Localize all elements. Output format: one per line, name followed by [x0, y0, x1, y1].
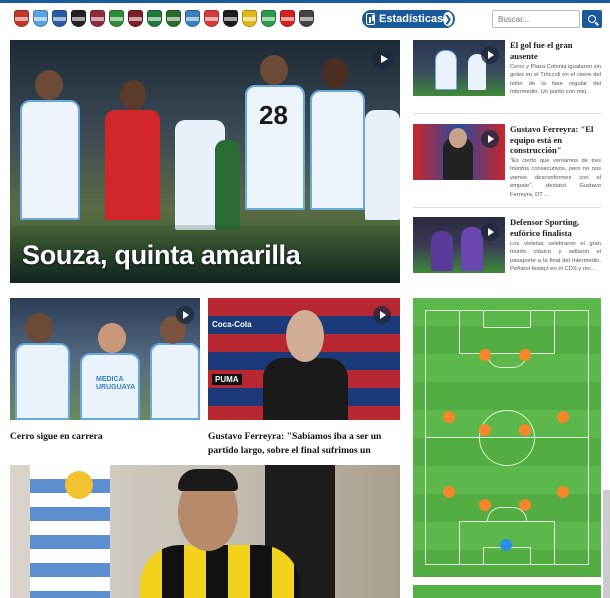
player-marker[interactable] — [479, 424, 491, 436]
team-crests — [14, 10, 314, 27]
search-button[interactable] — [582, 10, 602, 28]
jersey-sponsor: MEDICA URUGUAYA — [96, 376, 136, 391]
top-bar: Estadísticas ❯ — [0, 0, 610, 32]
video-play-icon[interactable] — [481, 223, 499, 241]
crest-16-icon[interactable] — [299, 10, 314, 27]
player-marker[interactable] — [519, 349, 531, 361]
story-ferreyra-caption[interactable]: Gustavo Ferreyra: "Sabíamos iba a ser un… — [208, 430, 400, 458]
pitch-footer — [413, 585, 601, 598]
crest-12-icon[interactable] — [223, 10, 238, 27]
crest-4-icon[interactable] — [71, 10, 86, 27]
video-play-icon[interactable] — [373, 306, 391, 324]
hero-title[interactable]: Souza, quinta amarilla — [22, 240, 301, 271]
ad-board: PUMA — [212, 374, 242, 385]
crest-5-icon[interactable] — [90, 10, 105, 27]
crest-14-icon[interactable] — [261, 10, 276, 27]
side-story-summary: "Es cierto que veníamos de tres triunfos… — [510, 158, 601, 198]
crest-8-icon[interactable] — [147, 10, 162, 27]
side-story-thumbnail[interactable] — [413, 217, 505, 273]
side-story-title[interactable]: El gol fue el gran ausente — [510, 40, 601, 61]
story-ferreyra-photo[interactable]: Coca-Cola PUMA — [208, 298, 400, 420]
side-story-2[interactable]: Gustavo Ferreyra: "El equipo está en con… — [413, 124, 601, 204]
video-play-icon[interactable] — [372, 48, 394, 70]
chart-icon — [366, 13, 375, 25]
crest-13-icon[interactable] — [242, 10, 257, 27]
crest-2-icon[interactable] — [33, 10, 48, 27]
side-story-title[interactable]: Defensor Sporting, eufórico finalista — [510, 217, 601, 238]
video-play-icon[interactable] — [176, 306, 194, 324]
story-penarol-photo[interactable] — [10, 465, 400, 598]
crest-6-icon[interactable] — [109, 10, 124, 27]
ad-board: Coca-Cola — [212, 320, 252, 329]
search-input[interactable] — [492, 10, 580, 28]
chevron-right-icon: ❯ — [443, 12, 453, 26]
crest-3-icon[interactable] — [52, 10, 67, 27]
hero-story[interactable]: 28 Souza, quinta amarilla — [10, 40, 400, 283]
crest-7-icon[interactable] — [128, 10, 143, 27]
goalkeeper-marker[interactable] — [500, 539, 512, 551]
side-story-1[interactable]: El gol fue el gran ausente Cerro y Plaza… — [413, 40, 601, 120]
side-story-thumbnail[interactable] — [413, 40, 505, 96]
side-story-summary: Los violetas celebraron el gran triunfo … — [510, 241, 601, 273]
scrollbar[interactable] — [603, 490, 610, 598]
side-story-3[interactable]: Defensor Sporting, eufórico finalista Lo… — [413, 217, 601, 297]
side-story-summary: Cerro y Plaza Colonia igualaron sin gole… — [510, 64, 601, 96]
statistics-button[interactable]: Estadísticas ❯ — [362, 10, 455, 28]
crest-15-icon[interactable] — [280, 10, 295, 27]
story-cerro-photo[interactable]: MEDICA URUGUAYA — [10, 298, 200, 420]
shirt-number: 28 — [259, 100, 288, 130]
divider — [413, 207, 601, 208]
player-marker[interactable] — [557, 486, 569, 498]
player-marker[interactable] — [479, 499, 491, 511]
crest-9-icon[interactable] — [166, 10, 181, 27]
statistics-label: Estadísticas — [379, 13, 444, 25]
side-story-thumbnail[interactable] — [413, 124, 505, 180]
player-marker[interactable] — [443, 486, 455, 498]
story-cerro-caption[interactable]: Cerro sigue en carrera — [10, 430, 200, 444]
player-marker[interactable] — [443, 411, 455, 423]
divider — [413, 113, 601, 114]
video-play-icon[interactable] — [481, 46, 499, 64]
player-marker[interactable] — [519, 499, 531, 511]
player-marker[interactable] — [479, 349, 491, 361]
crest-1-icon[interactable] — [14, 10, 29, 27]
crest-11-icon[interactable] — [204, 10, 219, 27]
lineup-pitch[interactable] — [413, 298, 601, 577]
crest-10-icon[interactable] — [185, 10, 200, 27]
side-story-title[interactable]: Gustavo Ferreyra: "El equipo está en con… — [510, 124, 601, 156]
search-icon — [588, 15, 596, 23]
player-marker[interactable] — [519, 424, 531, 436]
player-marker[interactable] — [557, 411, 569, 423]
video-play-icon[interactable] — [481, 130, 499, 148]
